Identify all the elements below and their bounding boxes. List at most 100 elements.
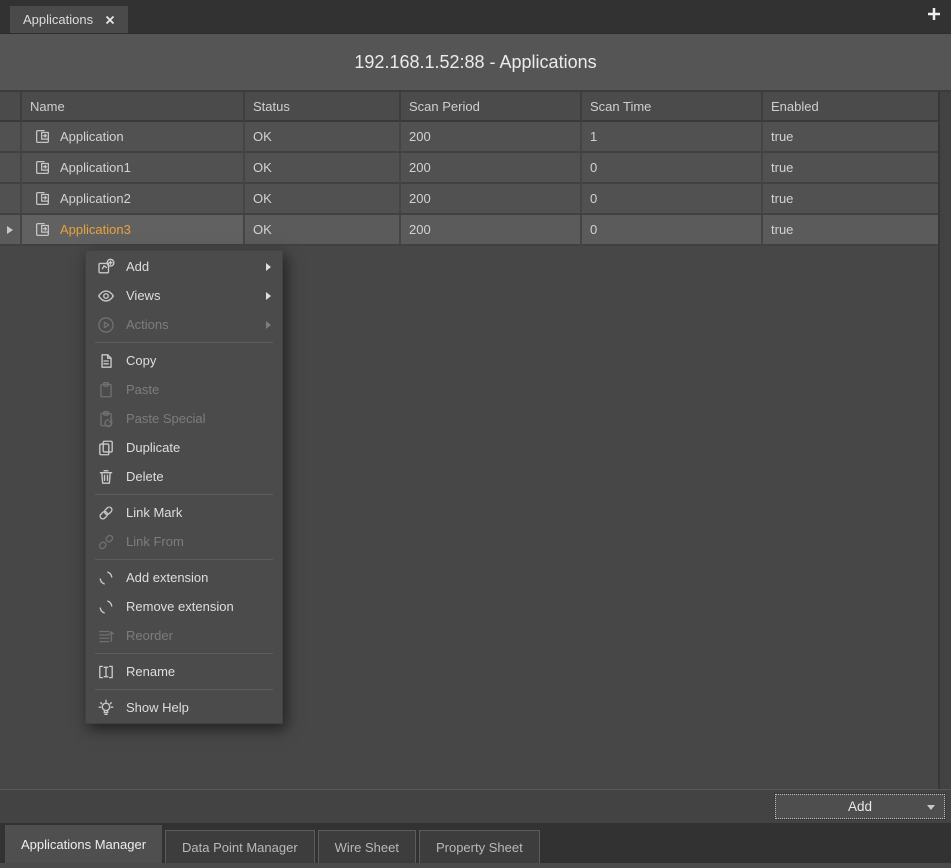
view-tab-wire-sheet[interactable]: Wire Sheet [318, 830, 416, 863]
add-button-label: Add [848, 799, 872, 814]
close-icon[interactable] [105, 15, 115, 25]
view-tab-label: Property Sheet [436, 840, 523, 855]
table-row-application3[interactable]: Application3 OK2000true [0, 215, 938, 246]
application-name: Application1 [60, 160, 131, 175]
menu-item-label: Add extension [126, 570, 208, 585]
menu-item-label: Remove extension [126, 599, 234, 614]
document-tab-bar: Applications [0, 0, 951, 34]
menu-separator [95, 494, 273, 495]
menu-item-add[interactable]: Add [86, 252, 282, 281]
cell-scan-period[interactable]: 200 [401, 184, 582, 215]
menu-item-duplicate[interactable]: Duplicate [86, 433, 282, 462]
menu-item-label: Add [126, 259, 149, 274]
menu-item-label: Actions [126, 317, 169, 332]
row-gutter-cell [0, 153, 22, 184]
menu-item-copy[interactable]: Copy [86, 346, 282, 375]
new-tab-button[interactable] [927, 7, 941, 21]
show-help-icon [97, 699, 115, 717]
cell-name[interactable]: Application2 [22, 184, 245, 215]
cell-scan-period[interactable]: 200 [401, 215, 582, 246]
cell-scan-time[interactable]: 1 [582, 122, 763, 153]
view-tab-label: Data Point Manager [182, 840, 298, 855]
reorder-icon [97, 627, 115, 645]
cell-enabled[interactable]: true [763, 122, 938, 153]
cell-scan-time[interactable]: 0 [582, 215, 763, 246]
menu-item-label: Duplicate [126, 440, 180, 455]
cell-enabled[interactable]: true [763, 153, 938, 184]
cell-status[interactable]: OK [245, 215, 401, 246]
application-name: Application3 [60, 222, 131, 237]
menu-item-show-help[interactable]: Show Help [86, 693, 282, 722]
view-tab-data-point-manager[interactable]: Data Point Manager [165, 830, 315, 863]
view-tab-label: Wire Sheet [335, 840, 399, 855]
column-header-scan-time[interactable]: Scan Time [582, 92, 763, 122]
menu-item-label: Paste [126, 382, 159, 397]
column-header-status[interactable]: Status [245, 92, 401, 122]
view-tab-property-sheet[interactable]: Property Sheet [419, 830, 540, 863]
column-header-enabled[interactable]: Enabled [763, 92, 938, 122]
submenu-arrow-icon [266, 321, 271, 329]
menu-item-remove-extension[interactable]: Remove extension [86, 592, 282, 621]
chevron-down-icon[interactable] [927, 805, 935, 810]
menu-item-add-extension[interactable]: Add extension [86, 563, 282, 592]
link-from-icon [97, 533, 115, 551]
cell-name[interactable]: Application1 [22, 153, 245, 184]
submenu-arrow-icon [266, 263, 271, 271]
link-mark-icon [97, 504, 115, 522]
menu-item-label: Link Mark [126, 505, 182, 520]
submenu-arrow-icon [266, 292, 271, 300]
view-tab-label: Applications Manager [21, 837, 146, 852]
cell-name[interactable]: Application [22, 122, 245, 153]
menu-item-views[interactable]: Views [86, 281, 282, 310]
menu-separator [95, 653, 273, 654]
rename-icon [97, 663, 115, 681]
menu-item-label: Reorder [126, 628, 173, 643]
row-gutter-cell [0, 122, 22, 153]
table-row-application[interactable]: ApplicationOK2001true [0, 122, 938, 153]
add-button[interactable]: Add [775, 794, 945, 819]
cell-name[interactable]: Application3 [22, 215, 245, 246]
cell-scan-time[interactable]: 0 [582, 184, 763, 215]
table-row-application2[interactable]: Application2 OK2000true [0, 184, 938, 215]
cell-status[interactable]: OK [245, 122, 401, 153]
menu-item-reorder: Reorder [86, 621, 282, 650]
menu-item-link-mark[interactable]: Link Mark [86, 498, 282, 527]
context-menu: Add Views Actions Copy Paste Paste Special Dup… [85, 250, 283, 724]
application-icon [34, 221, 51, 238]
cell-scan-period[interactable]: 200 [401, 122, 582, 153]
column-header-name[interactable]: Name [22, 92, 245, 122]
tab-label: Applications [23, 12, 93, 27]
menu-item-paste: Paste [86, 375, 282, 404]
current-row-marker-icon [7, 226, 13, 234]
cell-status[interactable]: OK [245, 153, 401, 184]
menu-item-rename[interactable]: Rename [86, 657, 282, 686]
menu-item-label: Show Help [126, 700, 189, 715]
menu-item-label: Views [126, 288, 160, 303]
views-icon [97, 287, 115, 305]
app-window: Applications 192.168.1.52:88 - Applicati… [0, 0, 951, 868]
menu-item-link-from: Link From [86, 527, 282, 556]
column-header-scan-period[interactable]: Scan Period [401, 92, 582, 122]
menu-item-label: Paste Special [126, 411, 206, 426]
cell-status[interactable]: OK [245, 184, 401, 215]
cell-enabled[interactable]: true [763, 215, 938, 246]
page-title: 192.168.1.52:88 - Applications [354, 52, 596, 73]
delete-icon [97, 468, 115, 486]
menu-item-label: Copy [126, 353, 156, 368]
paste-icon [97, 381, 115, 399]
cell-enabled[interactable]: true [763, 184, 938, 215]
tab-applications[interactable]: Applications [10, 6, 128, 33]
cell-scan-time[interactable]: 0 [582, 153, 763, 184]
application-name: Application2 [60, 191, 131, 206]
menu-item-label: Delete [126, 469, 164, 484]
cell-scan-period[interactable]: 200 [401, 153, 582, 184]
paste-special-icon [97, 410, 115, 428]
table-header: NameStatusScan PeriodScan TimeEnabled [0, 92, 938, 122]
menu-item-paste-special: Paste Special [86, 404, 282, 433]
menu-item-delete[interactable]: Delete [86, 462, 282, 491]
table-row-application1[interactable]: Application1 OK2000true [0, 153, 938, 184]
menu-separator [95, 342, 273, 343]
vertical-scrollbar[interactable] [938, 92, 951, 789]
view-tab-applications-manager[interactable]: Applications Manager [5, 825, 162, 863]
row-gutter-cell [0, 184, 22, 215]
